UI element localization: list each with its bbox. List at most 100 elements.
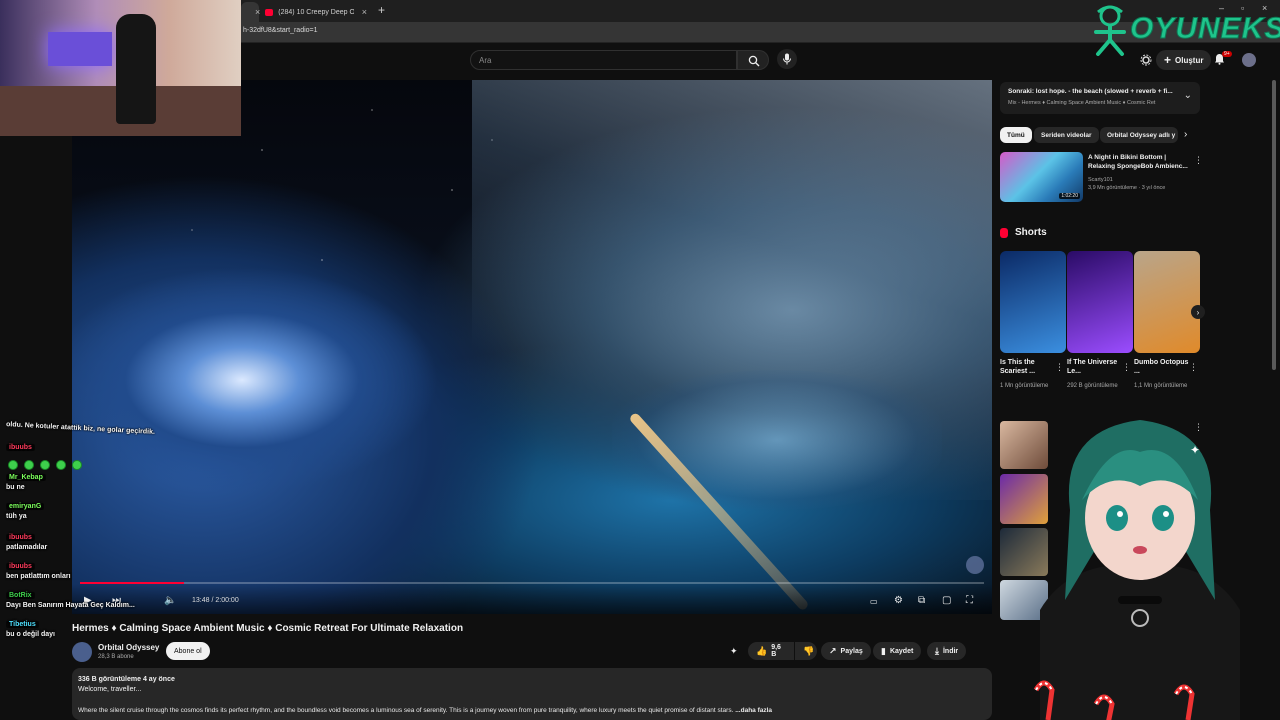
chat-text: Dayı Ben Sanırım Hayata Geç Kaldım... [6,602,135,609]
chat-username: ibuubs [6,534,35,541]
chip-all[interactable]: Tümü [1000,127,1032,143]
up-next-title: Sonraki: lost hope. - the beach (slowed … [1008,88,1173,95]
download-label: İndir [942,647,959,655]
short-thumbnail[interactable] [1000,251,1066,353]
description-meta: 336 B görüntüleme 4 ay önce [78,676,175,683]
thumbs-down-icon: 👎 [803,645,815,656]
search-button[interactable] [737,50,769,70]
recommendation-thumbnail[interactable]: 1:02:20 [1000,152,1083,202]
chat-message: Tibetius bu o değil dayı [6,621,55,638]
more-options-icon[interactable]: ⋮ [1122,362,1131,373]
channel-watermark[interactable] [966,556,984,574]
description-line-1: Welcome, traveller... [78,686,142,693]
up-next-subtitle: Mix - Hermes ♦ Calming Space Ambient Mus… [1008,100,1156,106]
chevron-down-icon[interactable]: ⌄ [1184,90,1192,101]
search-icon [748,55,760,67]
emote-icon [56,460,66,470]
tab-active[interactable]: × [241,2,260,22]
chip-series[interactable]: Seriden videolar [1034,127,1099,143]
clip-button[interactable]: ✦ [730,642,742,660]
up-next-card[interactable]: Sonraki: lost hope. - the beach (slowed … [1000,82,1200,114]
chat-username: emiryanG [6,503,45,510]
download-button[interactable]: ⤓ İndir [927,642,967,660]
short-thumbnail[interactable] [1134,251,1200,353]
subtitles-icon[interactable]: ▭ [870,597,878,606]
like-count: 9,6 B [771,644,781,658]
chip-channel[interactable]: Orbital Odyssey adlı y [1100,127,1178,143]
chat-message: BotRix Dayı Ben Sanırım Hayata Geç Kaldım… [6,592,135,609]
show-more-link[interactable]: ...daha fazla [735,707,772,714]
time-readout: 13:48 / 2:00:00 [192,597,239,604]
description-text: Where the silent cruise through the cosm… [78,707,734,714]
tab-youtube[interactable]: (284) 10 Creepy Deep Ocean C × [259,2,373,22]
tab-close-icon[interactable]: × [362,7,367,17]
recommendation-channel: Scarty101 [1088,177,1113,183]
video-title: Hermes ♦ Calming Space Ambient Music ♦ C… [72,623,464,634]
chevron-right-icon[interactable]: › [1184,129,1187,140]
cast-icon[interactable]: ▢ [942,595,951,606]
youtube-favicon-icon [265,8,274,16]
emote-icon [40,460,50,470]
short-title[interactable]: Is This the Scariest ... [1000,358,1058,377]
chat-message: emiryanG tüh ya [6,503,45,520]
short-views: 1 Mn görüntüleme [1000,383,1049,389]
chat-text: tüh ya [6,513,27,520]
vtuber-avatar-icon: ✦ [1033,420,1240,720]
dislike-button[interactable]: 👎 [795,642,817,660]
chat-username: BotRix [6,592,35,599]
chat-username: Mr_Kebap [6,474,46,481]
download-icon: ⤓ [935,645,939,656]
video-player[interactable]: ▶ ⏭ 🔈 13:48 / 2:00:00 ▭ ⚙ ⧉ ▢ ⛶ [72,80,992,614]
create-label: Oluştur [1175,55,1204,65]
streamer-webcam-overlay [0,0,241,136]
shorts-logo-icon [1000,227,1008,238]
like-button[interactable]: 👍 9,6 B [748,642,794,660]
url-text[interactable]: h-32dfU8&start_radio=1 [243,27,318,34]
oyuneks-mascot-icon [1094,5,1126,56]
recommendation-meta: Scarty101 3,9 Mn görüntüleme · 3 yıl önc… [1088,176,1165,193]
emote-icon [72,460,82,470]
subscribe-button[interactable]: Abone ol [166,642,210,660]
page-scrollbar[interactable] [1272,80,1276,370]
vtuber-avatar-overlay: ✦ [1000,400,1280,720]
recommendation-title[interactable]: A Night in Bikini Bottom | Relaxing Spon… [1088,154,1188,172]
oyuneks-logo: OYUNEKS [1090,2,1280,56]
more-options-icon[interactable]: ⋮ [1055,362,1064,373]
short-title[interactable]: Dumbo Octopus ... [1134,358,1192,377]
volume-icon[interactable]: 🔈 [164,595,176,606]
search-placeholder: Ara [479,56,492,65]
short-views: 292 B görüntüleme [1067,383,1118,389]
shorts-label: Shorts [1015,227,1047,238]
recommendation-views: 3,9 Mn görüntüleme · 3 yıl önce [1088,185,1166,192]
share-button[interactable]: ↗ Paylaş [821,642,871,660]
emote-icon [24,460,34,470]
chat-message: ibuubs [6,444,35,451]
description-box[interactable]: 336 B görüntüleme 4 ay önce Welcome, tra… [72,668,992,720]
save-button[interactable]: ▮ Kaydet [873,642,922,660]
channel-name[interactable]: Orbital Odyssey [98,643,159,652]
player-controls: ▶ ⏭ 🔈 13:48 / 2:00:00 ▭ ⚙ ⧉ ▢ ⛶ [72,584,992,614]
settings-gear-icon[interactable]: ⚙ [894,595,903,606]
oyuneks-logo-text: OYUNEKS [1129,12,1280,46]
short-views: 1,1 Mn görüntüleme [1134,383,1188,389]
channel-avatar[interactable] [72,642,92,662]
short-title[interactable]: If The Universe Le... [1067,358,1125,377]
webcam-monitor-glow [48,32,112,66]
chat-text: bu ne [6,484,25,491]
more-options-icon[interactable]: ⋮ [1189,362,1198,373]
new-tab-button[interactable]: + [378,3,385,17]
shorts-header: Shorts [1000,227,1047,238]
more-options-icon[interactable]: ⋮ [1194,155,1203,166]
fullscreen-icon[interactable]: ⛶ [966,595,973,606]
duration-badge: 1:02:20 [1059,193,1080,199]
miniplayer-icon[interactable]: ⧉ [918,595,925,606]
short-thumbnail[interactable] [1067,251,1133,353]
chat-username: ibuubs [6,444,35,451]
search-input[interactable]: Ara [470,50,737,70]
shorts-next-arrow-icon[interactable]: › [1191,305,1205,319]
voice-search-button[interactable] [777,49,797,69]
microphone-icon [783,53,791,65]
emote-icon [8,460,18,470]
chat-username: Tibetius [6,621,39,628]
share-arrow-icon: ↗ [829,645,837,656]
